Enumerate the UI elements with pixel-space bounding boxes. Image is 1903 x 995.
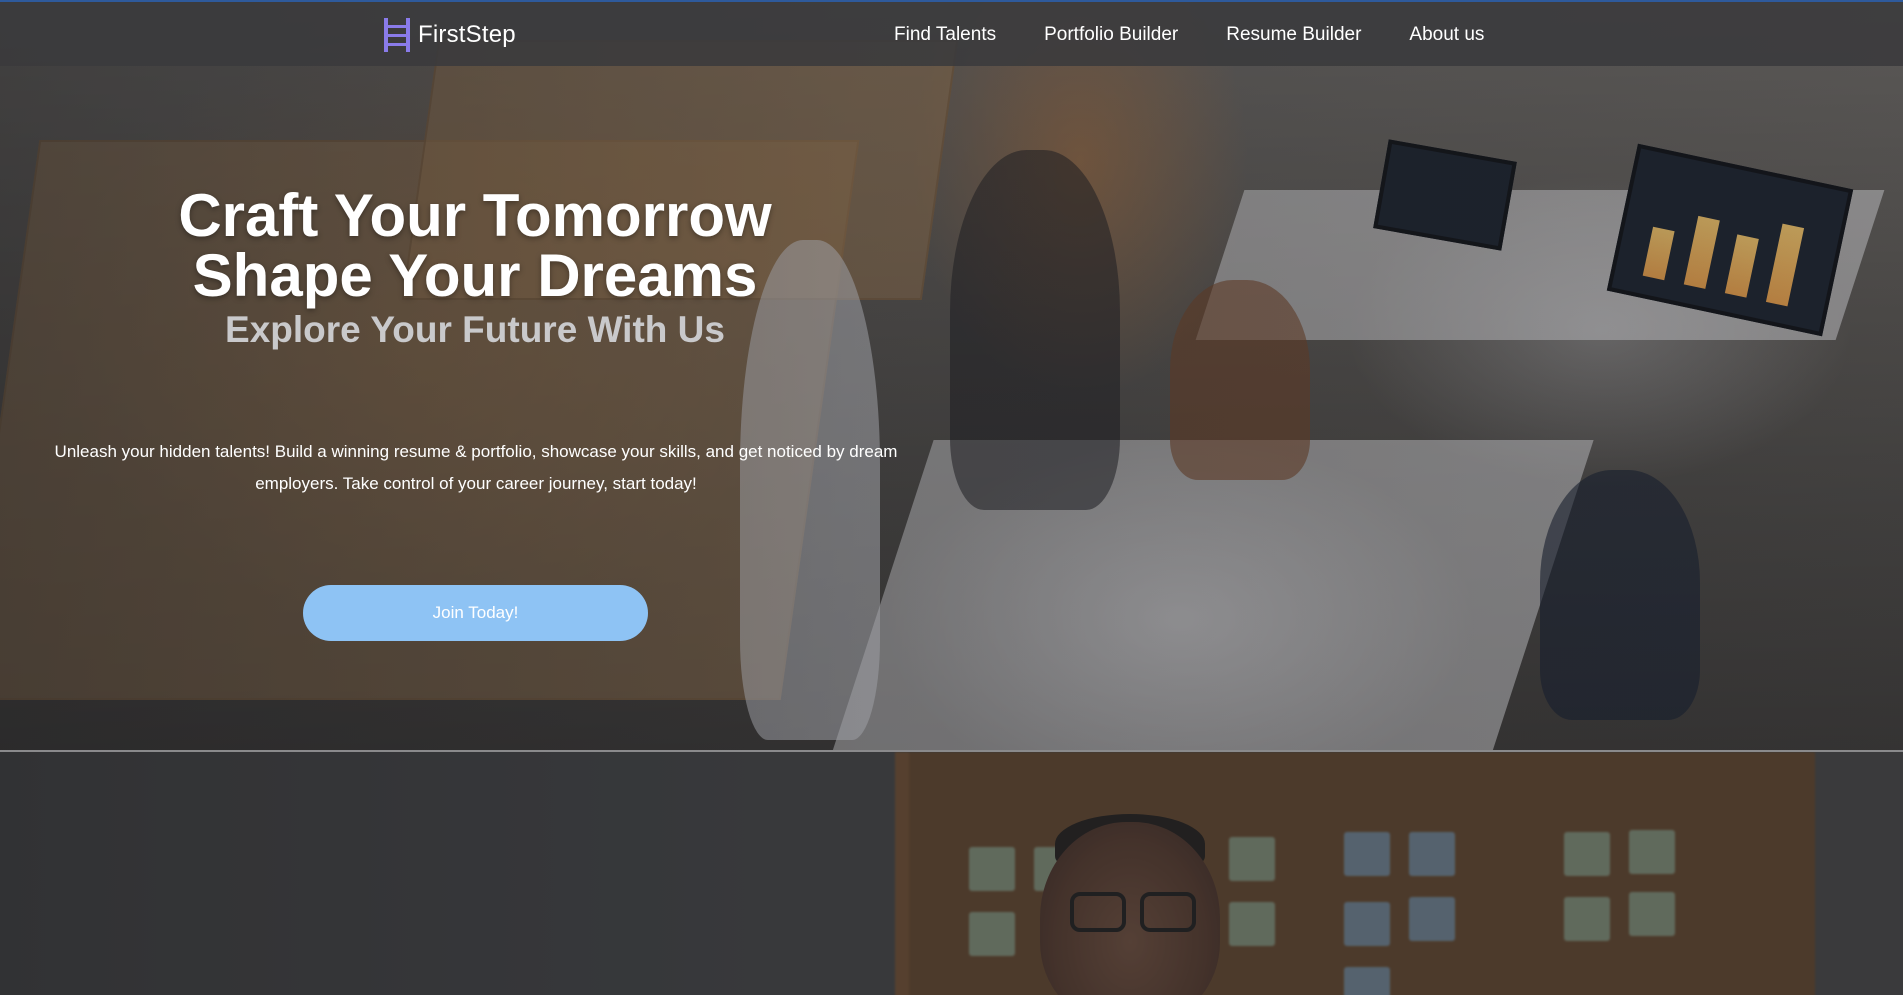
ladder-logo-icon	[384, 18, 410, 52]
nav-link-find-talents[interactable]: Find Talents	[894, 24, 996, 46]
nav-link-portfolio-builder[interactable]: Portfolio Builder	[1044, 24, 1178, 46]
hero-title-line-2: Shape Your Dreams	[192, 242, 758, 309]
hero-title-line-1: Craft Your Tomorrow	[178, 182, 772, 249]
top-navbar: FirstStep Find Talents Portfolio Builder…	[0, 0, 1903, 66]
hero-title: Craft Your Tomorrow Shape Your Dreams	[100, 186, 850, 306]
secondary-section-image	[0, 750, 1903, 995]
nav-links: Find Talents Portfolio Builder Resume Bu…	[894, 2, 1532, 68]
hero-subtitle: Explore Your Future With Us	[225, 309, 725, 350]
hero-background-image	[0, 0, 1903, 750]
brand-name: FirstStep	[418, 21, 516, 48]
nav-link-resume-builder[interactable]: Resume Builder	[1226, 24, 1361, 46]
join-today-button[interactable]: Join Today!	[303, 585, 648, 641]
nav-link-about-us[interactable]: About us	[1409, 24, 1484, 46]
brand-link[interactable]: FirstStep	[384, 16, 516, 54]
hero-description: Unleash your hidden talents! Build a win…	[54, 442, 898, 493]
